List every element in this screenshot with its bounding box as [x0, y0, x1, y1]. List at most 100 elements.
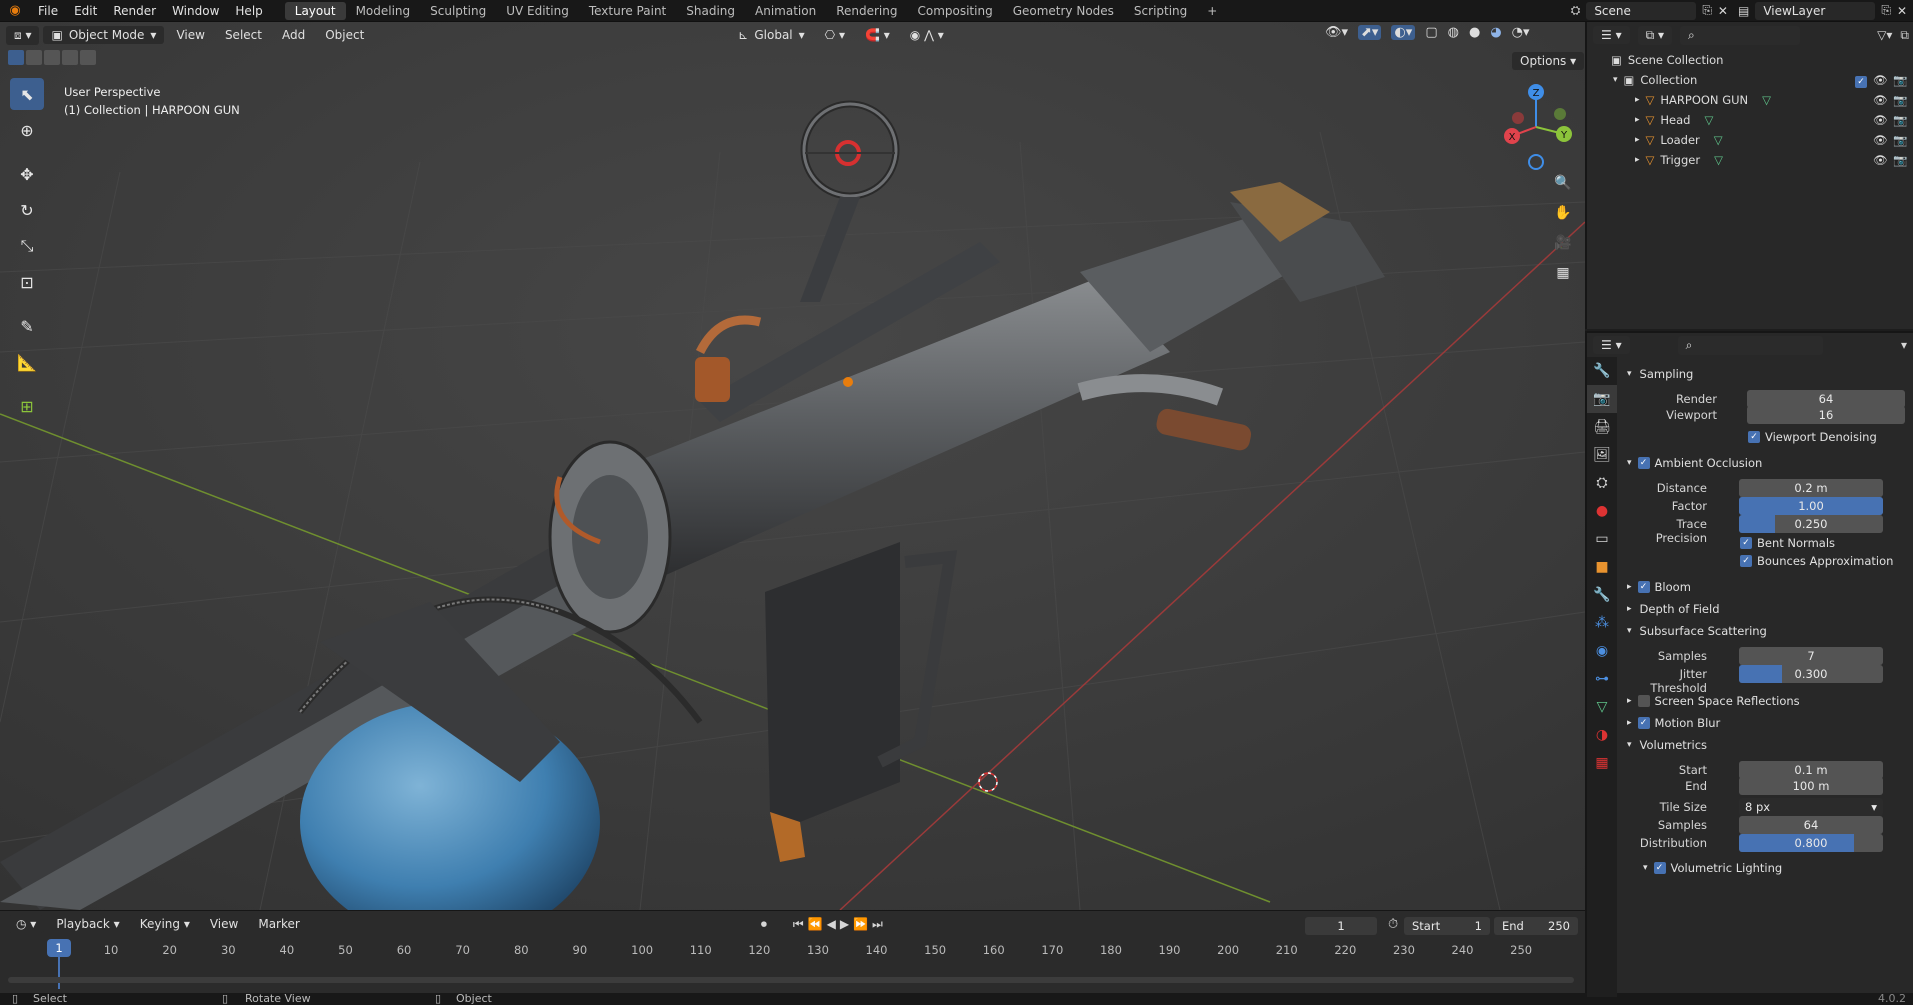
menu-edit[interactable]: Edit [66, 4, 105, 18]
tab-uv-editing[interactable]: UV Editing [496, 2, 579, 20]
tab-compositing[interactable]: Compositing [907, 2, 1002, 20]
menu-playback[interactable]: Playback ▾ [48, 915, 127, 933]
current-frame-field[interactable]: 1 [1305, 917, 1377, 935]
bent-normals-checkbox[interactable]: ✓ Bent Normals [1740, 536, 1835, 550]
menu-keying[interactable]: Keying ▾ [132, 915, 198, 933]
scene-collection-row[interactable]: ▣ Scene Collection [1587, 50, 1913, 70]
select-extend-icon[interactable] [26, 50, 42, 65]
properties-editor-type-button[interactable]: ☰ ▾ [1593, 336, 1630, 354]
wireframe-shading-icon[interactable]: ◍ [1448, 25, 1459, 40]
view-layer-selector[interactable]: ViewLayer [1755, 1, 1876, 20]
ao-trace-precision-slider[interactable]: 0.250 [1739, 515, 1883, 533]
ssr-enable-checkbox[interactable] [1637, 695, 1650, 707]
output-tab-icon[interactable]: 🖨 [1587, 413, 1617, 441]
outliner-editor-type-button[interactable]: ☰ ▾ [1593, 26, 1630, 44]
outliner-item-loader[interactable]: ▸ ▽ Loader ▽ 👁 📷 [1587, 130, 1913, 150]
expand-chevron-icon[interactable]: ▸ [1635, 135, 1640, 145]
texture-tab-icon[interactable]: ▦ [1587, 749, 1617, 777]
add-workspace-button[interactable]: + [1197, 2, 1227, 20]
scale-tool[interactable]: ⤡ [10, 230, 44, 262]
menu-marker[interactable]: Marker [250, 915, 307, 933]
sss-samples-field[interactable]: 7 [1739, 647, 1883, 665]
menu-select[interactable]: Select [217, 26, 270, 44]
scene-selector[interactable]: Scene [1586, 1, 1697, 20]
material-tab-icon[interactable]: ◑ [1587, 721, 1617, 749]
pivot-point-icon[interactable]: ⎔ ▾ [817, 26, 853, 44]
menu-file[interactable]: File [30, 4, 66, 18]
object-mode-dropdown[interactable]: ▣ Object Mode ▾ [43, 26, 165, 44]
camera-render-icon[interactable]: 📷 [1893, 73, 1907, 87]
collection-row[interactable]: ▾ ▣ Collection ✓ 👁 📷 [1587, 70, 1913, 90]
menu-render[interactable]: Render [105, 4, 164, 18]
rendered-shading-icon[interactable]: ◔▾ [1512, 25, 1530, 40]
object-tab-icon[interactable]: ■ [1587, 553, 1617, 581]
3d-viewport[interactable]: ⧈ ▾ ▣ Object Mode ▾ View Select Add Obje… [0, 22, 1585, 910]
vol-end-field[interactable]: 100 m [1739, 777, 1883, 795]
select-new-icon[interactable] [8, 50, 24, 65]
menu-timeline-view[interactable]: View [202, 915, 246, 933]
zoom-icon[interactable]: 🔍 [1550, 170, 1576, 196]
delete-scene-icon[interactable]: ✕ [1718, 4, 1728, 18]
tab-texture-paint[interactable]: Texture Paint [579, 2, 676, 20]
record-icon[interactable]: ⏺ [761, 917, 767, 932]
jump-prev-keyframe-icon[interactable]: ⏪ [808, 917, 823, 931]
eye-icon[interactable]: 👁 [1873, 113, 1888, 127]
transform-tool[interactable]: ⊡ [10, 266, 44, 298]
bloom-enable-checkbox[interactable]: ✓ [1637, 581, 1650, 593]
camera-render-icon[interactable]: 📷 [1893, 133, 1907, 147]
ao-distance-field[interactable]: 0.2 m [1739, 479, 1883, 497]
xray-icon[interactable]: ▢ [1425, 25, 1437, 40]
bounces-approximation-checkbox[interactable]: ✓ Bounces Approximation [1740, 554, 1893, 568]
filter-icon[interactable]: ▽▾ [1877, 28, 1892, 42]
camera-icon[interactable]: 🎥 [1550, 230, 1576, 256]
eye-icon[interactable]: 👁 [1873, 73, 1888, 87]
view-layer-icon[interactable]: ▤ [1738, 4, 1749, 18]
tool-tab-icon[interactable]: 🔧 [1587, 357, 1617, 385]
volumetrics-section-header[interactable]: ▾ Volumetrics [1627, 738, 1707, 752]
timeline-scrollbar[interactable] [8, 977, 1574, 983]
screen-space-reflections-section-header[interactable]: ▸ Screen Space Reflections [1627, 694, 1800, 708]
scene-icon[interactable]: ⛭ [1571, 3, 1581, 18]
menu-object[interactable]: Object [317, 26, 372, 44]
measure-tool[interactable]: 📐 [10, 346, 44, 378]
jump-end-icon[interactable]: ⏭ [872, 917, 883, 932]
eye-icon[interactable]: 👁 [1873, 93, 1888, 107]
camera-render-icon[interactable]: 📷 [1893, 93, 1907, 107]
cursor-tool[interactable]: ⊕ [10, 114, 44, 146]
tab-geometry-nodes[interactable]: Geometry Nodes [1003, 2, 1124, 20]
menu-help[interactable]: Help [227, 4, 270, 18]
tab-layout[interactable]: Layout [284, 1, 346, 20]
world-tab-icon[interactable]: ● [1587, 497, 1617, 525]
editor-type-button[interactable]: ⧈ ▾ [6, 25, 40, 45]
select-subtract-icon[interactable] [44, 50, 60, 65]
outliner-item-harpoon-gun[interactable]: ▸ ▽ HARPOON GUN ▽ 👁 📷 [1587, 90, 1913, 110]
constraints-tab-icon[interactable]: ⊶ [1587, 665, 1617, 693]
exclude-checkbox-icon[interactable]: ✓ [1855, 73, 1872, 88]
outliner-item-trigger[interactable]: ▸ ▽ Trigger ▽ 👁 📷 [1587, 150, 1913, 170]
eye-icon[interactable]: 👁 [1873, 153, 1888, 167]
delete-view-layer-icon[interactable]: ✕ [1897, 4, 1907, 18]
outliner-search-input[interactable]: ⌕ [1680, 25, 1801, 45]
select-box-tool[interactable]: ⬉ [10, 78, 44, 110]
navigation-gizmo[interactable]: Z Y X [1496, 82, 1576, 172]
play-icon[interactable]: ▶ [840, 917, 849, 931]
tab-modeling[interactable]: Modeling [346, 2, 421, 20]
proportional-editing-icon[interactable]: ◉ ⋀ ▾ [902, 26, 952, 44]
menu-add[interactable]: Add [274, 26, 313, 44]
new-collection-icon[interactable]: ⧉ [1900, 28, 1909, 43]
rotate-tool[interactable]: ↻ [10, 194, 44, 226]
vol-samples-field[interactable]: 64 [1739, 816, 1883, 834]
start-frame-field[interactable]: Start 1 [1404, 917, 1490, 935]
snap-icon[interactable]: 🧲 ▾ [857, 26, 898, 44]
motion-blur-section-header[interactable]: ▸ ✓ Motion Blur [1627, 716, 1720, 730]
ao-factor-slider[interactable]: 1.00 [1739, 497, 1883, 515]
expand-chevron-icon[interactable]: ▸ [1635, 95, 1640, 105]
tab-sculpting[interactable]: Sculpting [420, 2, 496, 20]
sampling-section-header[interactable]: ▾ Sampling [1627, 367, 1693, 381]
volumetric-lighting-subsection-header[interactable]: ▾ ✓ Volumetric Lighting [1643, 861, 1782, 875]
visibility-icon[interactable]: 👁▾ [1325, 25, 1348, 40]
timeline-editor-type-button[interactable]: ◷ ▾ [8, 915, 45, 933]
bloom-section-header[interactable]: ▸ ✓ Bloom [1627, 580, 1691, 594]
particles-tab-icon[interactable]: ⁂ [1587, 609, 1617, 637]
new-scene-icon[interactable]: ⎘ [1702, 3, 1712, 18]
